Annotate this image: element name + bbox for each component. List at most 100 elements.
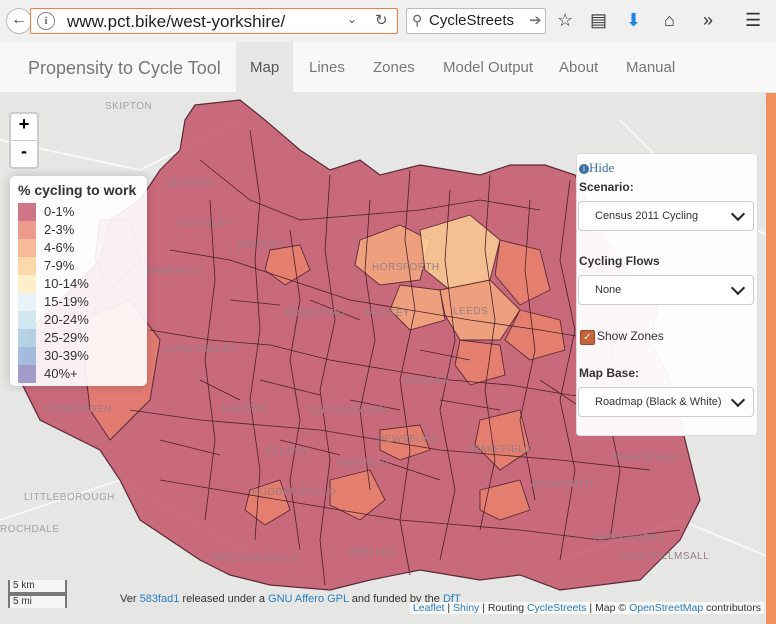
map-right-edge [766, 93, 776, 624]
place-label: CLECKHEATON [308, 405, 388, 416]
legend-label: 10-14% [44, 276, 89, 291]
legend-swatch [18, 311, 36, 329]
place-label: MORLEY [405, 376, 451, 387]
place-label: WAKEFIELD [470, 444, 532, 455]
nav-manual[interactable]: Manual [612, 42, 689, 92]
place-label: LEEDS [453, 306, 489, 317]
place-label: BRADFORD [285, 308, 346, 319]
legend-swatch [18, 329, 36, 347]
routing-text: Routing [487, 602, 525, 614]
place-label: SOUTH ELMSALL [620, 551, 710, 562]
zoom-in-button[interactable]: + [11, 114, 37, 140]
chevron-down-icon [730, 392, 746, 408]
place-label: MIRFIELD [338, 458, 389, 469]
place-label: HAWORTH [146, 266, 201, 277]
legend-swatch [18, 293, 36, 311]
map-copyright-text: Map © [595, 602, 627, 614]
place-label: QUEENSBURY [163, 344, 238, 355]
scenario-value: Census 2011 Cycling [595, 210, 699, 222]
place-label: ROCHDALE [0, 524, 60, 535]
arrow-right-icon[interactable]: ➔ [529, 11, 542, 29]
shiny-link[interactable]: Shiny [453, 602, 479, 614]
version-prefix: Ver [120, 593, 137, 605]
back-arrow-icon[interactable]: ← [6, 8, 32, 34]
place-label: LITTLEBOROUGH [24, 492, 115, 503]
place-label: HALIFAX [222, 404, 267, 415]
place-label: HEMSWORTH [594, 533, 665, 544]
legend-label: 25-29% [44, 330, 89, 345]
info-circle-icon: i [579, 164, 589, 174]
nav-zones[interactable]: Zones [359, 42, 429, 92]
legend-title: % cycling to work [18, 182, 137, 198]
place-label: TODMORDEN [42, 404, 112, 415]
search-icon: ⚲ [412, 12, 423, 28]
map-base-select[interactable]: Roadmap (Black & White) [578, 387, 754, 417]
map-legend: % cycling to work 0-1% 2-3% 4-6% 7-9% 10-14%… [10, 176, 147, 386]
url-bar[interactable]: i www.pct.bike/west-yorkshire/ ⌄ ↻ [30, 8, 398, 34]
cycling-flows-select[interactable]: None [578, 275, 754, 305]
legend-label: 15-19% [44, 294, 89, 309]
legend-label: 40%+ [44, 366, 78, 381]
cycling-flows-value: None [595, 284, 622, 296]
nav-model-output[interactable]: Model Output [429, 42, 547, 92]
version-link[interactable]: 583fad1 [140, 593, 180, 605]
place-label: ACKWORTH [531, 479, 594, 490]
legend-swatch [18, 275, 36, 293]
show-zones-label[interactable]: Show Zones [597, 329, 664, 343]
legend-swatch [18, 365, 36, 383]
zoom-control: + - [9, 112, 39, 169]
search-engine-text: CycleStreets [429, 12, 515, 29]
browser-toolbar: ← i www.pct.bike/west-yorkshire/ ⌄ ↻ ⚲ C… [0, 0, 776, 43]
reload-icon[interactable]: ↻ [375, 11, 388, 29]
legend-swatch [18, 239, 36, 257]
place-label: DEWSBURY [377, 434, 439, 445]
legend-label: 7-9% [44, 258, 75, 273]
chevron-down-icon [730, 280, 746, 296]
osm-link[interactable]: OpenStreetMap [629, 602, 703, 614]
scale-km: 5 km [8, 580, 67, 594]
info-icon[interactable]: i [37, 12, 55, 30]
legend-label: 20-24% [44, 312, 89, 327]
show-zones-checkbox[interactable]: ✓ [580, 330, 595, 345]
place-label: SKIPTON [105, 101, 153, 112]
legend-swatch [18, 203, 36, 221]
nav-lines[interactable]: Lines [295, 42, 359, 92]
search-input[interactable]: ⚲ CycleStreets ➔ [406, 8, 546, 34]
reader-icon[interactable]: ▤ [590, 10, 607, 31]
leaflet-link[interactable]: Leaflet [413, 602, 445, 614]
legend-label: 4-6% [44, 240, 75, 255]
license-link[interactable]: GNU Affero GPL [268, 593, 349, 605]
nav-map[interactable]: Map [236, 42, 294, 92]
place-label: ELLAND [266, 446, 308, 457]
map-attribution: Leaflet | Shiny | Routing CycleStreets |… [409, 602, 764, 614]
hamburger-menu-icon[interactable]: ☰ [745, 10, 761, 31]
zoom-out-button[interactable]: - [11, 140, 37, 167]
place-label: HUDDERSFIELD [252, 487, 336, 498]
map-base-label: Map Base: [579, 366, 640, 380]
home-icon[interactable]: ⌂ [664, 10, 675, 31]
contributors-text: contributors [706, 602, 761, 614]
place-label: SHELLEY [347, 547, 396, 558]
hide-label[interactable]: Hide [589, 160, 614, 175]
scale-mi: 5 mi [8, 594, 67, 608]
place-label: HORSFORTH [372, 262, 440, 273]
scale-bar: 5 km 5 mi [8, 580, 67, 608]
legend-label: 0-1% [44, 204, 75, 219]
chevron-down-icon [730, 206, 746, 222]
download-icon[interactable]: ⬇ [626, 10, 641, 31]
place-label: MELTHAM MILLS [213, 553, 300, 564]
star-icon[interactable]: ☆ [557, 10, 573, 31]
chevron-down-icon[interactable]: ⌄ [347, 12, 357, 26]
cyclestreets-link[interactable]: CycleStreets [527, 602, 587, 614]
map-base-value: Roadmap (Black & White) [595, 396, 722, 408]
hide-link[interactable]: i Hide [579, 160, 614, 176]
place-label: KEIGHLEY [178, 218, 233, 229]
nav-about[interactable]: About [545, 42, 612, 92]
url-text[interactable]: www.pct.bike/west-yorkshire/ [67, 12, 285, 32]
brand-title[interactable]: Propensity to Cycle Tool [28, 58, 221, 79]
released-text: released under a [182, 593, 265, 605]
scenario-select[interactable]: Census 2011 Cycling [578, 201, 754, 231]
overflow-icon[interactable]: » [703, 10, 713, 31]
cycling-flows-label: Cycling Flows [579, 254, 660, 268]
controls-panel: i Hide Scenario: Census 2011 Cycling Cycl… [576, 153, 758, 436]
